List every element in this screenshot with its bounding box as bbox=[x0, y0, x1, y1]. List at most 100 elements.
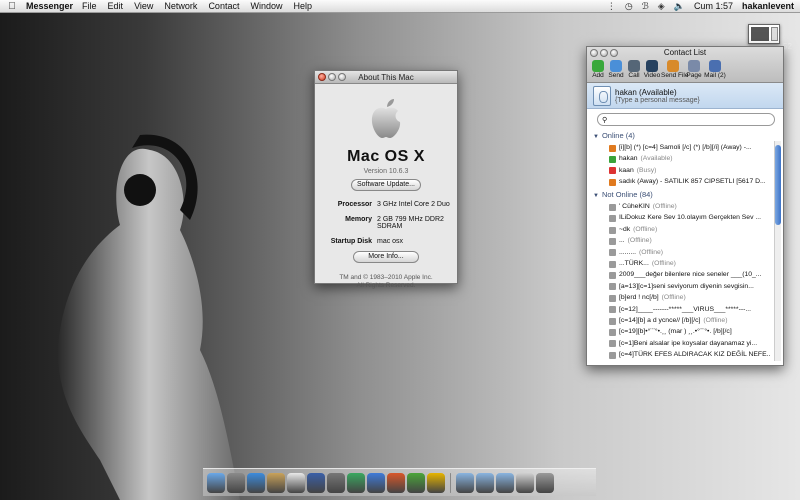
dock-outlook-icon[interactable] bbox=[427, 473, 445, 493]
dock-folder-icon[interactable] bbox=[496, 473, 514, 493]
toolbar-send-file-button[interactable]: Send File bbox=[661, 59, 688, 80]
dock-calendar-icon[interactable] bbox=[287, 473, 305, 493]
contact-row[interactable]: 2009___değer bilenlere nice seneler ___(… bbox=[593, 270, 771, 281]
volume-icon[interactable]: 🔈 bbox=[674, 1, 685, 12]
offline-status-icon bbox=[609, 237, 616, 245]
menu-edit[interactable]: Edit bbox=[108, 1, 124, 11]
contact-row[interactable]: kaan (Busy) bbox=[593, 165, 771, 176]
desktop-widget[interactable] bbox=[748, 24, 780, 44]
offline-status-icon bbox=[609, 306, 616, 314]
contact-row[interactable]: ... (Offline) bbox=[593, 236, 771, 247]
close-button[interactable] bbox=[590, 49, 598, 57]
dock-dashboard-icon[interactable] bbox=[227, 473, 245, 493]
call-icon bbox=[628, 60, 640, 72]
scrollbar-thumb[interactable] bbox=[775, 145, 781, 225]
contact-row[interactable]: ......... (Offline) bbox=[593, 247, 771, 258]
add-icon bbox=[592, 60, 604, 72]
scrollbar[interactable] bbox=[774, 141, 781, 361]
dock-trash-icon[interactable] bbox=[536, 473, 554, 493]
contact-name: ILiDokuz Kere Sev 10.olayım Gerçekten Se… bbox=[619, 214, 762, 222]
menu-app-name[interactable]: Messenger bbox=[26, 1, 73, 11]
bluetooth-icon[interactable]: ℬ bbox=[642, 1, 649, 12]
about-title: About This Mac bbox=[358, 73, 414, 82]
time-machine-icon[interactable]: ◷ bbox=[625, 1, 633, 12]
status-icon[interactable]: ⋮ bbox=[607, 1, 616, 12]
dock-folder-icon[interactable] bbox=[456, 473, 474, 493]
zoom-button[interactable] bbox=[338, 73, 346, 81]
toolbar-send-button[interactable]: Send bbox=[607, 59, 625, 80]
toolbar-button-label: Page bbox=[686, 72, 702, 79]
dock-word-icon[interactable] bbox=[367, 473, 385, 493]
contact-list-window: Contact List Add Send Call Video Send File Pa… bbox=[586, 46, 784, 366]
dock-safari-icon[interactable] bbox=[247, 473, 265, 493]
contact-row[interactable]: sadık (Away) - SATILIK 857 CIPSETLI [561… bbox=[593, 177, 771, 188]
personal-message[interactable]: {Type a personal message} bbox=[615, 97, 700, 104]
contact-status-text: (Offline) bbox=[661, 294, 686, 302]
dock-folder-icon[interactable] bbox=[476, 473, 494, 493]
wifi-icon[interactable]: ◈ bbox=[658, 1, 665, 12]
menu-contact[interactable]: Contact bbox=[208, 1, 239, 11]
dock-documents-icon[interactable] bbox=[516, 473, 534, 493]
minimize-button[interactable] bbox=[328, 73, 336, 81]
group-online-label: Online (4) bbox=[601, 131, 635, 140]
software-update-button[interactable]: Software Update... bbox=[351, 179, 421, 191]
system-specs: Processor 3 GHz Intel Core 2 Duo Memory 2 … bbox=[315, 201, 457, 245]
contact-row[interactable]: [a=13][c=1]seni seviyorum diyenin sevgis… bbox=[593, 281, 771, 292]
contact-row[interactable]: [c=14][b] a d ycnce// [/b][/c] (Offline) bbox=[593, 315, 771, 326]
contact-row[interactable]: ~dk (Offline) bbox=[593, 224, 771, 235]
contact-row[interactable]: hakan (Available) bbox=[593, 154, 771, 165]
dock-photo-icon[interactable] bbox=[327, 473, 345, 493]
menubar-clock[interactable]: Cum 1:57 bbox=[694, 1, 733, 11]
menu-network[interactable]: Network bbox=[164, 1, 197, 11]
more-info-button[interactable]: More Info... bbox=[353, 251, 419, 263]
contact-row[interactable]: ILiDokuz Kere Sev 10.olayım Gerçekten Se… bbox=[593, 213, 771, 224]
minimize-button[interactable] bbox=[600, 49, 608, 57]
contact-name: [b]erd ! nc[/b] bbox=[619, 294, 659, 302]
contact-row[interactable]: [c=12]____-------*****___VIRUS___*****--… bbox=[593, 304, 771, 315]
menu-window[interactable]: Window bbox=[250, 1, 282, 11]
toolbar-add-button[interactable]: Add bbox=[589, 59, 607, 80]
contact-name: [c=12]____-------*****___VIRUS___*****--… bbox=[619, 305, 752, 313]
menu-file[interactable]: File bbox=[82, 1, 97, 11]
my-display-name[interactable]: hakan (Available) bbox=[615, 88, 700, 97]
dock-winamp-icon[interactable] bbox=[347, 473, 365, 493]
avatar[interactable] bbox=[593, 85, 611, 106]
toolbar-video-button[interactable]: Video bbox=[643, 59, 661, 80]
contact-row[interactable]: [i][b] (*) [c=4] Samoli [/c] (*) [/b][/i… bbox=[593, 143, 771, 154]
disclosure-triangle-icon[interactable]: ▼ bbox=[593, 193, 599, 199]
menubar-user[interactable]: hakanlevent bbox=[742, 1, 794, 11]
toolbar-call-button[interactable]: Call bbox=[625, 59, 643, 80]
toolbar-button-label: Mail (2) bbox=[704, 72, 726, 79]
toolbar-mail-button[interactable]: Mail (2) bbox=[703, 59, 727, 80]
my-status[interactable]: hakan (Available) {Type a personal messa… bbox=[587, 83, 783, 109]
contact-status-text: (Busy) bbox=[636, 166, 657, 174]
dock-ical-icon[interactable] bbox=[267, 473, 285, 493]
contact-titlebar[interactable]: Contact List bbox=[587, 47, 783, 59]
offline-status-icon bbox=[609, 260, 616, 268]
copyright-text: TM and © 1983–2010 Apple Inc. All Rights… bbox=[315, 274, 457, 290]
disclosure-triangle-icon[interactable]: ▼ bbox=[593, 134, 599, 140]
dock-powerpoint-icon[interactable] bbox=[387, 473, 405, 493]
contact-row[interactable]: [b]erd ! nc[/b] (Offline) bbox=[593, 293, 771, 304]
dock-excel-icon[interactable] bbox=[407, 473, 425, 493]
offline-status-icon bbox=[609, 203, 616, 211]
contact-row[interactable]: [c=19][b]•°¨¨°•.¸¸ (mar ) ¸¸.•°¨¨°•. [/b… bbox=[593, 327, 771, 338]
zoom-button[interactable] bbox=[610, 49, 618, 57]
menu-view[interactable]: View bbox=[134, 1, 153, 11]
toolbar-page-button[interactable]: Page bbox=[685, 59, 703, 80]
about-titlebar[interactable]: About This Mac bbox=[315, 71, 457, 84]
close-button[interactable] bbox=[318, 73, 326, 81]
contact-row[interactable]: [c=1]Beni alsalar ipe koysalar dayanamaz… bbox=[593, 338, 771, 349]
contact-row[interactable]: ...TÜRK... (Offline) bbox=[593, 259, 771, 270]
group-online[interactable]: ▼ Online (4) bbox=[593, 131, 783, 143]
contact-status-text: (Offline) bbox=[633, 225, 658, 233]
toolbar-buttons: Add Send Call Video Send File Page Mail (2) bbox=[587, 59, 783, 80]
apple-menu-icon[interactable]:  bbox=[4, 1, 20, 12]
dock-itunes-icon[interactable] bbox=[307, 473, 325, 493]
dock-finder-icon[interactable] bbox=[207, 473, 225, 493]
search-input[interactable]: ⚲ bbox=[597, 113, 775, 126]
group-not-online[interactable]: ▼ Not Online (84) bbox=[593, 190, 783, 202]
menu-help[interactable]: Help bbox=[293, 1, 312, 11]
contact-row[interactable]: ' CüheKIN (Offline) bbox=[593, 202, 771, 213]
contact-row[interactable]: [c=4]TÜRK EFES ALDIRACAK KIZ DEĞİL NEFE.… bbox=[593, 350, 771, 361]
